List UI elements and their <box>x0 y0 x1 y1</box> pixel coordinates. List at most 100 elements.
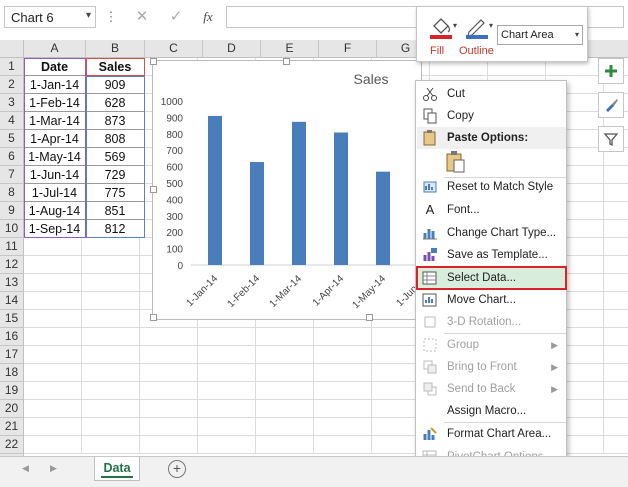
chart-element-select[interactable]: Chart Area ▾ <box>497 25 583 45</box>
menu-item-save-template[interactable]: Save as Template... <box>417 244 566 266</box>
row-header[interactable]: 11 <box>0 238 24 256</box>
row-header[interactable]: 12 <box>0 256 24 274</box>
scroll-tabs-left-icon[interactable]: ◀ <box>22 463 29 474</box>
date-cell[interactable]: 1-Jan-14 <box>24 76 86 94</box>
sales-cell[interactable]: 812 <box>86 220 145 238</box>
sales-chart[interactable]: Sales 0 100 200 300 400 500 600 700 800 900 1000 1-J… <box>150 58 430 321</box>
sheet-tab-data[interactable]: Data <box>94 457 140 481</box>
menu-item-move-chart[interactable]: Move Chart... <box>417 289 566 311</box>
resize-handle[interactable] <box>150 186 157 193</box>
row-header[interactable]: 2 <box>0 76 24 94</box>
menu-item-change-chart-type[interactable]: Change Chart Type... <box>417 222 566 244</box>
sales-cell[interactable]: 569 <box>86 148 145 166</box>
font-icon: A <box>425 202 435 217</box>
row-header[interactable]: 22 <box>0 436 24 454</box>
menu-item-select-data[interactable]: Select Data... <box>416 266 567 290</box>
chevron-down-icon[interactable]: ▾ <box>575 26 579 44</box>
reset-style-icon <box>423 181 437 193</box>
submenu-arrow-icon: ▶ <box>551 362 558 372</box>
resize-handle[interactable] <box>283 58 290 65</box>
x-tick-label: 1-Apr-14 <box>311 273 347 309</box>
row-header[interactable]: 19 <box>0 382 24 400</box>
sales-cell[interactable]: 909 <box>86 76 145 94</box>
sales-cell[interactable]: 729 <box>86 166 145 184</box>
column-header-b[interactable]: B <box>86 40 145 58</box>
row-header[interactable]: 20 <box>0 400 24 418</box>
sales-cell[interactable]: 851 <box>86 202 145 220</box>
date-cell[interactable]: 1-Apr-14 <box>24 130 86 148</box>
chevron-down-icon[interactable]: ▾ <box>453 21 457 30</box>
date-cell[interactable]: 1-Jun-14 <box>24 166 86 184</box>
more-icon[interactable]: ⋮ <box>104 6 118 28</box>
cancel-icon[interactable]: ✕ <box>130 6 154 28</box>
chart-bar <box>334 132 348 265</box>
name-box[interactable]: Chart 6 ▾ <box>4 6 96 28</box>
row-header[interactable]: 1 <box>0 58 24 76</box>
row-header[interactable]: 7 <box>0 166 24 184</box>
resize-handle[interactable] <box>150 314 157 321</box>
header-cell-sales[interactable]: Sales <box>86 58 145 76</box>
resize-handle[interactable] <box>150 58 157 65</box>
menu-section-paste-options: Paste Options: <box>417 127 566 149</box>
resize-handle[interactable] <box>366 314 373 321</box>
sales-cell[interactable]: 775 <box>86 184 145 202</box>
fill-bucket-icon[interactable] <box>427 13 455 41</box>
y-tick-label: 800 <box>166 130 183 141</box>
date-cell[interactable]: 1-Aug-14 <box>24 202 86 220</box>
row-header[interactable]: 17 <box>0 346 24 364</box>
scroll-tabs-right-icon[interactable]: ▶ <box>50 463 57 474</box>
chart-bar <box>250 162 264 265</box>
chart-filters-button[interactable] <box>598 126 624 152</box>
row-header[interactable]: 10 <box>0 220 24 238</box>
date-cell[interactable]: 1-Jul-14 <box>24 184 86 202</box>
row-header[interactable]: 13 <box>0 274 24 292</box>
column-header-e[interactable]: E <box>261 40 319 58</box>
menu-item-assign-macro[interactable]: Assign Macro... <box>417 400 566 422</box>
row-header[interactable]: 21 <box>0 418 24 436</box>
column-header-a[interactable]: A <box>24 40 86 58</box>
outline-pen-icon[interactable] <box>463 13 491 41</box>
row-header[interactable]: 16 <box>0 328 24 346</box>
row-header[interactable]: 14 <box>0 292 24 310</box>
sheet-tab-bar: ◀ ▶ Data + <box>0 456 628 487</box>
date-cell[interactable]: 1-Feb-14 <box>24 94 86 112</box>
sales-cell[interactable]: 873 <box>86 112 145 130</box>
brush-icon <box>606 99 618 112</box>
chart-element-value: Chart Area <box>501 29 554 41</box>
date-cell[interactable]: 1-Mar-14 <box>24 112 86 130</box>
column-header-f[interactable]: F <box>319 40 377 58</box>
row-header[interactable]: 4 <box>0 112 24 130</box>
chevron-down-icon[interactable]: ▾ <box>489 21 493 30</box>
menu-item-format-chart-area[interactable]: Format Chart Area... <box>417 423 566 445</box>
sales-cell[interactable]: 808 <box>86 130 145 148</box>
row-header[interactable]: 3 <box>0 94 24 112</box>
row-header[interactable]: 8 <box>0 184 24 202</box>
date-cell[interactable]: 1-May-14 <box>24 148 86 166</box>
chevron-down-icon[interactable]: ▾ <box>86 10 91 21</box>
sales-cell[interactable]: 628 <box>86 94 145 112</box>
send-back-icon <box>423 382 437 396</box>
menu-item-group: Group ▶ <box>417 334 566 356</box>
menu-label: Bring to Front <box>447 361 517 373</box>
row-header[interactable]: 5 <box>0 130 24 148</box>
row-header[interactable]: 9 <box>0 202 24 220</box>
menu-item-cut[interactable]: Cut <box>417 83 566 105</box>
select-all-corner[interactable] <box>0 40 24 58</box>
add-sheet-button[interactable]: + <box>168 460 186 478</box>
chart-styles-button[interactable] <box>598 92 624 118</box>
menu-item-reset-style[interactable]: Reset to Match Style <box>417 176 566 198</box>
row-header[interactable]: 15 <box>0 310 24 328</box>
row-header[interactable]: 6 <box>0 148 24 166</box>
header-cell-date[interactable]: Date <box>24 58 86 76</box>
date-cell[interactable]: 1-Sep-14 <box>24 220 86 238</box>
menu-item-copy[interactable]: Copy <box>417 105 566 127</box>
row-header[interactable]: 18 <box>0 364 24 382</box>
menu-label: Format Chart Area... <box>447 428 552 440</box>
enter-icon[interactable]: ✓ <box>164 6 188 28</box>
column-header-d[interactable]: D <box>203 40 261 58</box>
insert-function-button[interactable]: fx <box>198 6 218 28</box>
column-header-c[interactable]: C <box>145 40 203 58</box>
chart-elements-button[interactable] <box>598 58 624 84</box>
menu-item-font[interactable]: A Font... <box>417 199 566 221</box>
menu-item-paste[interactable] <box>417 149 566 175</box>
